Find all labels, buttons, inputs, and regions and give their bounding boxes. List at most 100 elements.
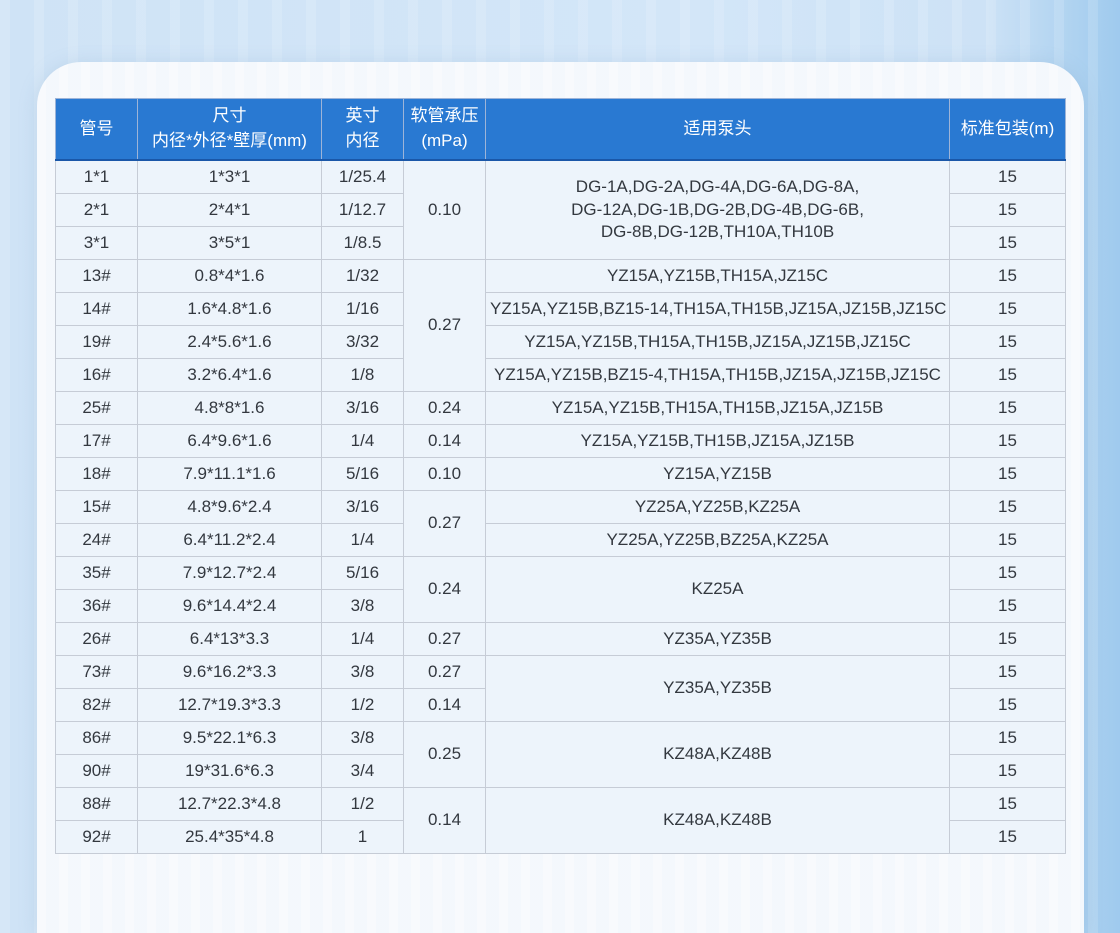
cell-size: 1.6*4.8*1.6 bbox=[138, 293, 322, 326]
cell-size: 9.6*16.2*3.3 bbox=[138, 656, 322, 689]
header-cell: 标准包装(m) bbox=[950, 99, 1066, 161]
cell-pack: 15 bbox=[950, 590, 1066, 623]
table-row: 17#6.4*9.6*1.61/40.14YZ15A,YZ15B,TH15B,J… bbox=[56, 425, 1066, 458]
cell-pressure: 0.14 bbox=[404, 788, 486, 854]
cell-pack: 15 bbox=[950, 160, 1066, 194]
cell-pack: 15 bbox=[950, 326, 1066, 359]
cell-pressure: 0.27 bbox=[404, 491, 486, 557]
cell-size: 6.4*9.6*1.6 bbox=[138, 425, 322, 458]
table-row: 18#7.9*11.1*1.65/160.10YZ15A,YZ15B15 bbox=[56, 458, 1066, 491]
cell-pack: 15 bbox=[950, 788, 1066, 821]
table-row: 1*11*3*11/25.40.10DG-1A,DG-2A,DG-4A,DG-6… bbox=[56, 160, 1066, 194]
cell-pack: 15 bbox=[950, 458, 1066, 491]
cell-pumps: YZ15A,YZ15B,TH15B,JZ15A,JZ15B bbox=[486, 425, 950, 458]
table-row: 15#4.8*9.6*2.43/160.27YZ25A,YZ25B,KZ25A1… bbox=[56, 491, 1066, 524]
cell-inch: 5/16 bbox=[322, 557, 404, 590]
pump-line: DG-1A,DG-2A,DG-4A,DG-6A,DG-8A, bbox=[490, 176, 945, 199]
header-line: 标准包装(m) bbox=[954, 117, 1061, 142]
cell-pumps: KZ48A,KZ48B bbox=[486, 722, 950, 788]
cell-pumps: KZ48A,KZ48B bbox=[486, 788, 950, 854]
table-row: 13#0.8*4*1.61/320.27YZ15A,YZ15B,TH15A,JZ… bbox=[56, 260, 1066, 293]
cell-tube-no: 36# bbox=[56, 590, 138, 623]
cell-tube-no: 16# bbox=[56, 359, 138, 392]
cell-pack: 15 bbox=[950, 425, 1066, 458]
cell-pumps: YZ35A,YZ35B bbox=[486, 656, 950, 722]
cell-pumps: YZ15A,YZ15B bbox=[486, 458, 950, 491]
cell-pack: 15 bbox=[950, 194, 1066, 227]
table-row: 14#1.6*4.8*1.61/16YZ15A,YZ15B,BZ15-14,TH… bbox=[56, 293, 1066, 326]
cell-pressure: 0.25 bbox=[404, 722, 486, 788]
cell-pumps: YZ15A,YZ15B,TH15A,TH15B,JZ15A,JZ15B bbox=[486, 392, 950, 425]
cell-tube-no: 15# bbox=[56, 491, 138, 524]
cell-size: 12.7*22.3*4.8 bbox=[138, 788, 322, 821]
cell-size: 7.9*12.7*2.4 bbox=[138, 557, 322, 590]
cell-pack: 15 bbox=[950, 656, 1066, 689]
cell-inch: 1/25.4 bbox=[322, 160, 404, 194]
header-row: 管号尺寸内径*外径*壁厚(mm)英寸内径软管承压(mPa)适用泵头标准包装(m) bbox=[56, 99, 1066, 161]
cell-size: 4.8*9.6*2.4 bbox=[138, 491, 322, 524]
cell-tube-no: 24# bbox=[56, 524, 138, 557]
spec-table: 管号尺寸内径*外径*壁厚(mm)英寸内径软管承压(mPa)适用泵头标准包装(m)… bbox=[55, 98, 1066, 854]
cell-pumps: YZ35A,YZ35B bbox=[486, 623, 950, 656]
header-line: 尺寸 bbox=[142, 104, 317, 129]
table-row: 19#2.4*5.6*1.63/32YZ15A,YZ15B,TH15A,TH15… bbox=[56, 326, 1066, 359]
cell-inch: 3/8 bbox=[322, 590, 404, 623]
header-line: 管号 bbox=[60, 117, 133, 142]
cell-inch: 5/16 bbox=[322, 458, 404, 491]
cell-tube-no: 18# bbox=[56, 458, 138, 491]
table-row: 35#7.9*12.7*2.45/160.24KZ25A15 bbox=[56, 557, 1066, 590]
header-cell: 尺寸内径*外径*壁厚(mm) bbox=[138, 99, 322, 161]
table-row: 24#6.4*11.2*2.41/4YZ25A,YZ25B,BZ25A,KZ25… bbox=[56, 524, 1066, 557]
cell-tube-no: 73# bbox=[56, 656, 138, 689]
cell-inch: 1/2 bbox=[322, 689, 404, 722]
cell-pressure: 0.14 bbox=[404, 425, 486, 458]
header-line: 内径*外径*壁厚(mm) bbox=[142, 129, 317, 154]
cell-pack: 15 bbox=[950, 227, 1066, 260]
cell-tube-no: 35# bbox=[56, 557, 138, 590]
cell-pumps: YZ15A,YZ15B,TH15A,JZ15C bbox=[486, 260, 950, 293]
cell-size: 12.7*19.3*3.3 bbox=[138, 689, 322, 722]
cell-tube-no: 3*1 bbox=[56, 227, 138, 260]
cell-size: 19*31.6*6.3 bbox=[138, 755, 322, 788]
cell-pumps: DG-1A,DG-2A,DG-4A,DG-6A,DG-8A,DG-12A,DG-… bbox=[486, 160, 950, 260]
cell-pressure: 0.27 bbox=[404, 260, 486, 392]
table-row: 88#12.7*22.3*4.81/20.14KZ48A,KZ48B15 bbox=[56, 788, 1066, 821]
cell-pumps: YZ15A,YZ15B,BZ15-14,TH15A,TH15B,JZ15A,JZ… bbox=[486, 293, 950, 326]
cell-pack: 15 bbox=[950, 557, 1066, 590]
cell-inch: 1/2 bbox=[322, 788, 404, 821]
cell-size: 1*3*1 bbox=[138, 160, 322, 194]
spec-table-body: 1*11*3*11/25.40.10DG-1A,DG-2A,DG-4A,DG-6… bbox=[56, 160, 1066, 854]
cell-size: 9.6*14.4*2.4 bbox=[138, 590, 322, 623]
cell-inch: 3/16 bbox=[322, 491, 404, 524]
table-row: 26#6.4*13*3.31/40.27YZ35A,YZ35B15 bbox=[56, 623, 1066, 656]
header-cell: 英寸内径 bbox=[322, 99, 404, 161]
cell-pressure: 0.10 bbox=[404, 160, 486, 260]
cell-inch: 3/4 bbox=[322, 755, 404, 788]
cell-size: 6.4*13*3.3 bbox=[138, 623, 322, 656]
cell-tube-no: 82# bbox=[56, 689, 138, 722]
cell-inch: 1/4 bbox=[322, 425, 404, 458]
cell-pressure: 0.24 bbox=[404, 557, 486, 623]
cell-inch: 1/4 bbox=[322, 524, 404, 557]
cell-pumps: YZ25A,YZ25B,KZ25A bbox=[486, 491, 950, 524]
cell-inch: 1/32 bbox=[322, 260, 404, 293]
spec-table-header: 管号尺寸内径*外径*壁厚(mm)英寸内径软管承压(mPa)适用泵头标准包装(m) bbox=[56, 99, 1066, 161]
table-row: 86#9.5*22.1*6.33/80.25KZ48A,KZ48B15 bbox=[56, 722, 1066, 755]
cell-pressure: 0.14 bbox=[404, 689, 486, 722]
cell-inch: 3/16 bbox=[322, 392, 404, 425]
cell-tube-no: 25# bbox=[56, 392, 138, 425]
header-cell: 软管承压(mPa) bbox=[404, 99, 486, 161]
pump-line: DG-8B,DG-12B,TH10A,TH10B bbox=[490, 221, 945, 244]
cell-size: 0.8*4*1.6 bbox=[138, 260, 322, 293]
cell-pack: 15 bbox=[950, 755, 1066, 788]
cell-inch: 3/8 bbox=[322, 656, 404, 689]
cell-pack: 15 bbox=[950, 293, 1066, 326]
cell-pressure: 0.27 bbox=[404, 656, 486, 689]
header-cell: 管号 bbox=[56, 99, 138, 161]
cell-tube-no: 17# bbox=[56, 425, 138, 458]
cell-pack: 15 bbox=[950, 491, 1066, 524]
cell-tube-no: 26# bbox=[56, 623, 138, 656]
cell-pack: 15 bbox=[950, 359, 1066, 392]
cell-tube-no: 88# bbox=[56, 788, 138, 821]
cell-inch: 3/8 bbox=[322, 722, 404, 755]
